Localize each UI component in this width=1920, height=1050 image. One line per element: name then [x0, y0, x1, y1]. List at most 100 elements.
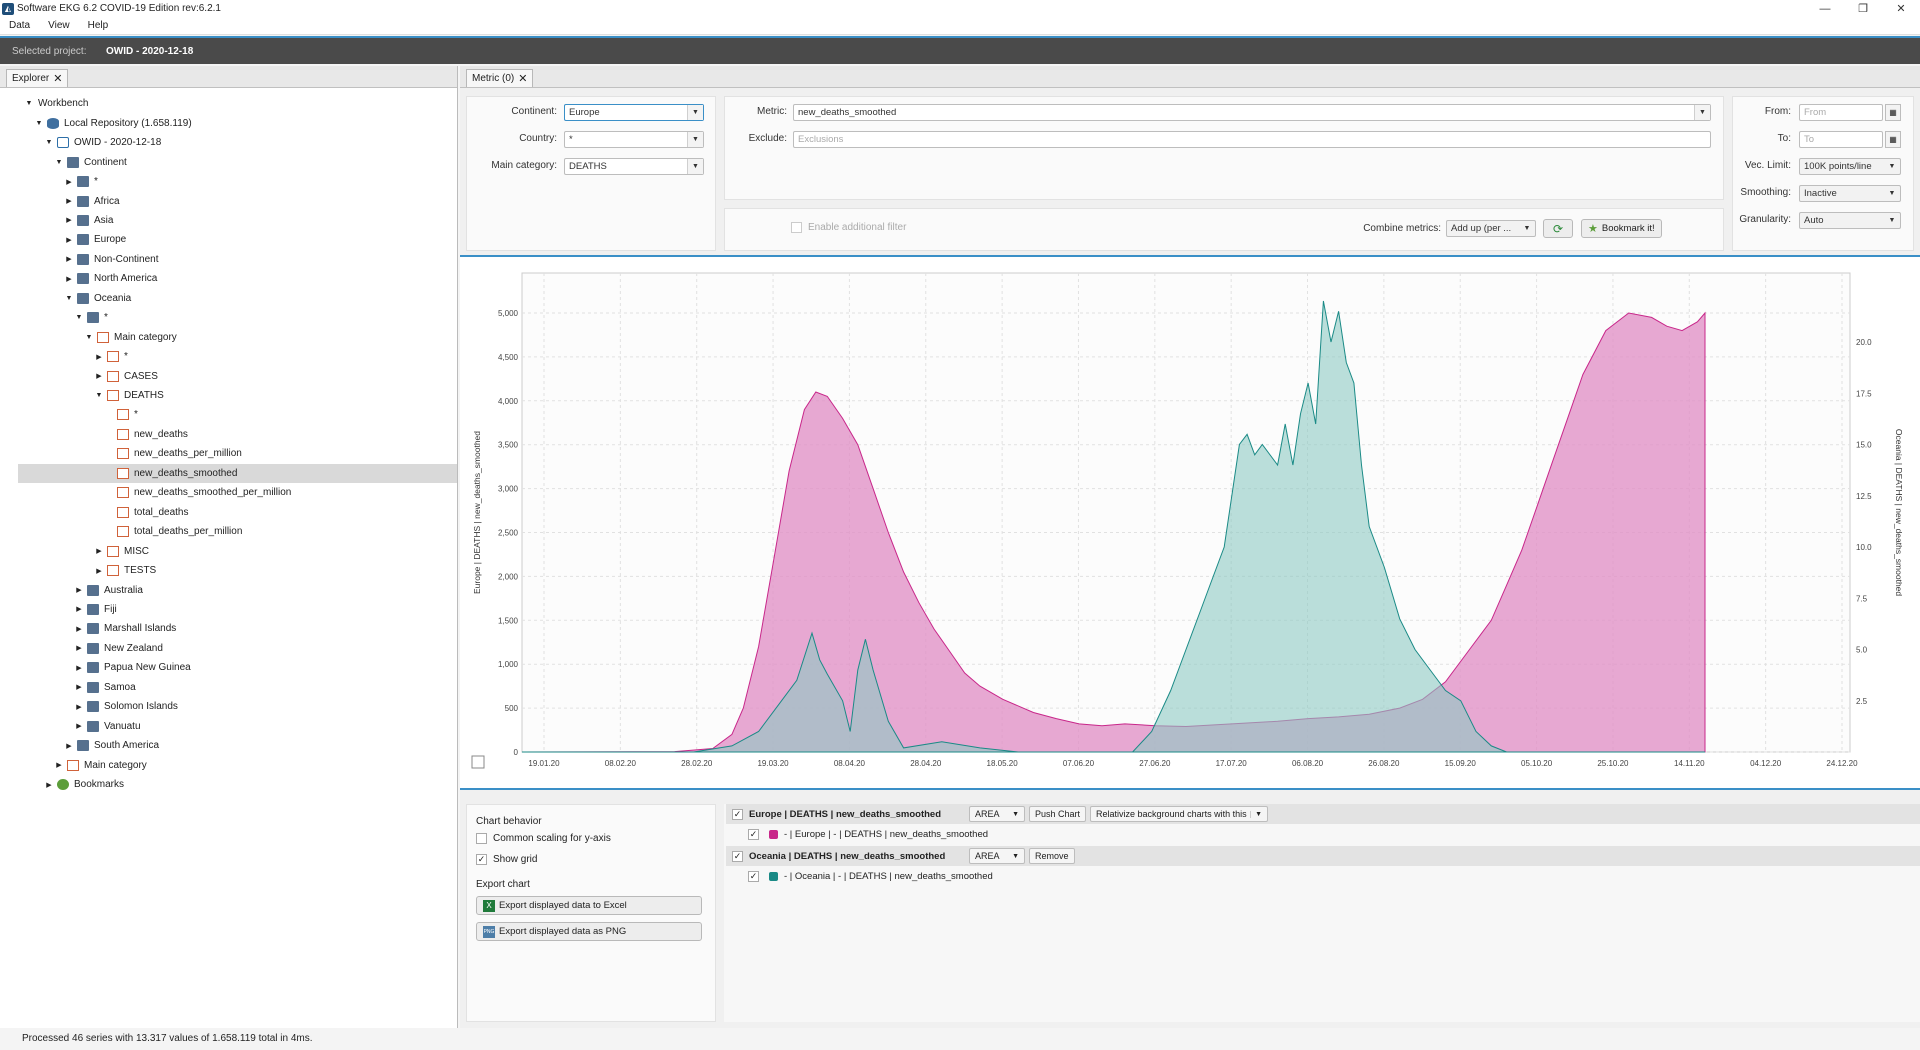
tree-item[interactable]: ▶ * — [0, 172, 457, 192]
expanded-arrow-icon[interactable]: ▼ — [44, 139, 54, 146]
export-excel-button[interactable]: X Export displayed data to Excel — [476, 896, 702, 915]
expanded-arrow-icon[interactable]: ▼ — [24, 100, 34, 107]
tree-item[interactable]: ▶ Papua New Guinea — [0, 658, 457, 678]
tree-item[interactable]: ▼ Local Repository (1.658.119) — [0, 113, 457, 133]
series-color-swatch[interactable] — [769, 871, 778, 881]
remove-button[interactable]: Remove — [1029, 848, 1075, 864]
collapsed-arrow-icon[interactable]: ▶ — [64, 275, 74, 283]
tree-item[interactable]: new_deaths_smoothed — [18, 463, 457, 484]
tree-item[interactable]: new_deaths — [0, 425, 457, 445]
collapsed-arrow-icon[interactable]: ▶ — [64, 255, 74, 263]
collapsed-arrow-icon[interactable]: ▶ — [54, 761, 64, 769]
tree-item[interactable]: ▶ * — [0, 347, 457, 367]
series-item-checkbox[interactable]: ✓ — [748, 870, 759, 882]
collapsed-arrow-icon[interactable]: ▶ — [74, 703, 84, 711]
tree-item[interactable]: * — [0, 405, 457, 425]
collapsed-arrow-icon[interactable]: ▶ — [74, 605, 84, 613]
collapsed-arrow-icon[interactable]: ▶ — [74, 625, 84, 633]
tree-item[interactable]: ▶ Europe — [0, 230, 457, 250]
main-category-combo[interactable]: DEATHS ▼ — [564, 158, 704, 175]
close-tab-icon[interactable]: ✕ — [518, 72, 527, 85]
series-item-checkbox[interactable]: ✓ — [748, 828, 759, 840]
expanded-arrow-icon[interactable]: ▼ — [74, 314, 84, 321]
tree-item[interactable]: ▶ Non-Continent — [0, 250, 457, 270]
granularity-combo[interactable]: Auto ▼ — [1799, 212, 1901, 229]
exclude-input[interactable]: Exclusions — [793, 131, 1711, 148]
calendar-icon[interactable]: ▦ — [1885, 131, 1901, 148]
collapsed-arrow-icon[interactable]: ▶ — [64, 197, 74, 205]
collapsed-arrow-icon[interactable]: ▶ — [94, 547, 104, 555]
continent-combo[interactable]: Europe ▼ — [564, 104, 704, 121]
collapsed-arrow-icon[interactable]: ▶ — [64, 216, 74, 224]
menu-help[interactable]: Help — [85, 20, 112, 31]
tree-item[interactable]: new_deaths_per_million — [0, 444, 457, 464]
tree-item[interactable]: ▶ New Zealand — [0, 639, 457, 659]
from-input[interactable]: From — [1799, 104, 1883, 121]
close-icon[interactable]: ✕ — [1882, 2, 1920, 15]
close-tab-icon[interactable]: ✕ — [53, 72, 62, 85]
expanded-arrow-icon[interactable]: ▼ — [34, 120, 44, 127]
menu-data[interactable]: Data — [6, 20, 33, 31]
tree-item[interactable]: ▶ MISC — [0, 541, 457, 561]
tree-item[interactable]: new_deaths_smoothed_per_million — [0, 483, 457, 503]
tree-item[interactable]: ▶ TESTS — [0, 561, 457, 581]
tree-item[interactable]: ▼ Oceania — [0, 289, 457, 309]
tree-item[interactable]: ▼ OWID - 2020-12-18 — [0, 133, 457, 153]
chevron-down-icon[interactable]: ▼ — [687, 105, 703, 120]
chevron-down-icon[interactable]: ▼ — [1884, 159, 1900, 174]
collapsed-arrow-icon[interactable]: ▶ — [74, 586, 84, 594]
collapsed-arrow-icon[interactable]: ▶ — [94, 567, 104, 575]
series-type-select[interactable]: AREA ▼ — [969, 806, 1025, 822]
expanded-arrow-icon[interactable]: ▼ — [54, 159, 64, 166]
collapsed-arrow-icon[interactable]: ▶ — [74, 644, 84, 652]
tree-item[interactable]: ▶ Africa — [0, 191, 457, 211]
series-color-swatch[interactable] — [769, 829, 778, 839]
menu-view[interactable]: View — [45, 20, 73, 31]
tree-item[interactable]: ▶ South America — [0, 736, 457, 756]
common-scaling-checkbox[interactable] — [476, 833, 487, 844]
selected-project-value[interactable]: OWID - 2020-12-18 — [106, 46, 193, 57]
push-chart-button[interactable]: Push Chart — [1029, 806, 1087, 822]
tree-item[interactable]: ▶ Australia — [0, 580, 457, 600]
tree-item[interactable]: total_deaths — [0, 502, 457, 522]
bookmark-button[interactable]: ★ Bookmark it! — [1581, 219, 1662, 238]
chevron-down-icon[interactable]: ▼ — [1519, 221, 1535, 236]
tree-item[interactable]: ▶ Fiji — [0, 600, 457, 620]
tree-item[interactable]: ▼ Continent — [0, 152, 457, 172]
chevron-down-icon[interactable]: ▼ — [687, 159, 703, 174]
metric-combo[interactable]: new_deaths_smoothed ▼ — [793, 104, 1711, 121]
series-checkbox[interactable]: ✓ — [732, 850, 743, 862]
collapsed-arrow-icon[interactable]: ▶ — [94, 372, 104, 380]
tree-item[interactable]: ▼ Main category — [0, 327, 457, 347]
expanded-arrow-icon[interactable]: ▼ — [94, 392, 104, 399]
collapsed-arrow-icon[interactable]: ▶ — [74, 664, 84, 672]
restore-icon[interactable]: ❐ — [1844, 2, 1882, 15]
tree-item[interactable]: ▶ CASES — [0, 366, 457, 386]
minimize-icon[interactable]: — — [1806, 3, 1844, 15]
tree-item[interactable]: ▶ Solomon Islands — [0, 697, 457, 717]
chevron-down-icon[interactable]: ▼ — [1884, 213, 1900, 228]
chevron-down-icon[interactable]: ▼ — [687, 132, 703, 147]
export-png-button[interactable]: PNG Export displayed data as PNG — [476, 922, 702, 941]
series-checkbox[interactable]: ✓ — [732, 808, 743, 820]
chart-svg[interactable]: 19.01.20 08.02.20 28.02.20 19.03.20 08.04.20… — [460, 257, 1920, 788]
tree-item[interactable]: ▶ North America — [0, 269, 457, 289]
collapsed-arrow-icon[interactable]: ▶ — [74, 722, 84, 730]
to-input[interactable]: To — [1799, 131, 1883, 148]
tree-item[interactable]: ▶ Asia — [0, 211, 457, 231]
tree-item[interactable]: ▼ Workbench — [0, 94, 457, 114]
tree-item[interactable]: ▼ DEATHS — [0, 386, 457, 406]
smoothing-combo[interactable]: Inactive ▼ — [1799, 185, 1901, 202]
additional-filter-checkbox[interactable] — [791, 222, 802, 233]
collapsed-arrow-icon[interactable]: ▶ — [94, 353, 104, 361]
collapsed-arrow-icon[interactable]: ▶ — [44, 781, 54, 789]
tree-item[interactable]: ▼ * — [0, 308, 457, 328]
tree-item[interactable]: ▶ Main category — [0, 755, 457, 775]
country-combo[interactable]: * ▼ — [564, 131, 704, 148]
tree-item[interactable]: total_deaths_per_million — [0, 522, 457, 542]
tab-explorer[interactable]: Explorer ✕ — [6, 69, 69, 87]
tab-metric[interactable]: Metric (0) ✕ — [466, 69, 534, 87]
tree-item[interactable]: ▶ Samoa — [0, 678, 457, 698]
tree-item[interactable]: ▶ Marshall Islands — [0, 619, 457, 639]
chevron-down-icon[interactable]: ▼ — [1694, 105, 1710, 120]
